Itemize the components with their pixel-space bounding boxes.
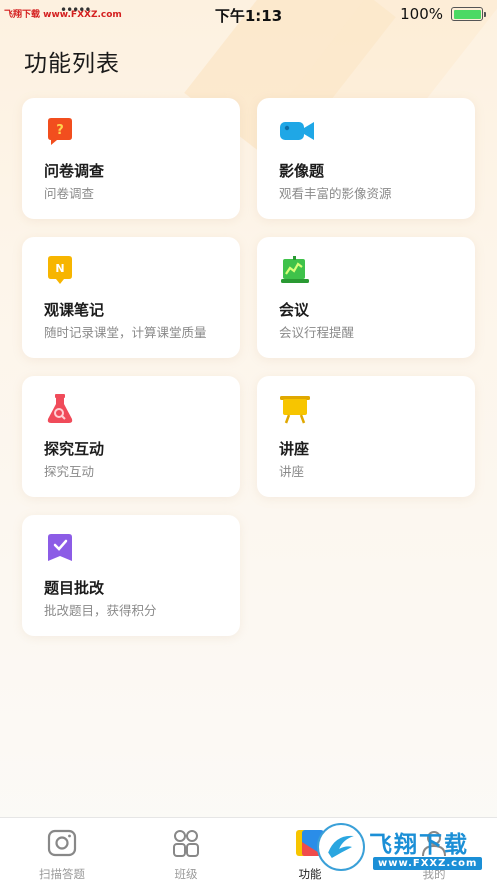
bottom-tab-bar: 扫描答题 班级 功能 我的 飞翔下载 www.FXXZ.com xyxy=(0,817,497,883)
tab-scan[interactable]: 扫描答题 xyxy=(0,818,124,883)
lecture-board-icon xyxy=(280,396,310,424)
watermark-url: www.FXXZ.com xyxy=(373,857,483,870)
video-camera-icon xyxy=(280,122,314,140)
tab-label: 扫描答题 xyxy=(39,867,85,881)
meeting-board-icon xyxy=(281,256,309,283)
feature-subtitle: 探究互动 xyxy=(44,464,95,479)
tab-class[interactable]: 班级 xyxy=(124,818,248,883)
feature-title: 讲座 xyxy=(279,440,310,458)
feature-card-questionnaire[interactable]: ? 问卷调查 问卷调查 xyxy=(22,98,240,219)
feature-subtitle: 讲座 xyxy=(279,464,305,479)
page-title: 功能列表 xyxy=(24,51,120,77)
feature-card-video[interactable]: 影像题 观看丰富的影像资源 xyxy=(257,98,475,219)
battery-icon xyxy=(451,7,486,21)
feature-subtitle: 问卷调查 xyxy=(44,186,95,201)
feature-subtitle: 随时记录课堂，计算课堂质量 xyxy=(44,325,207,340)
feature-subtitle: 批改题目，获得积分 xyxy=(44,603,157,618)
class-icon xyxy=(173,830,199,857)
watermark-badge: 飞翔下载 www.FXXZ.com xyxy=(317,821,487,877)
feature-title: 会议 xyxy=(279,301,310,319)
watermark-logo-icon xyxy=(317,823,365,871)
questionnaire-icon: ? xyxy=(48,118,72,145)
feature-card-lecture[interactable]: 讲座 讲座 xyxy=(257,376,475,497)
svg-text:N: N xyxy=(55,262,64,275)
svg-text:?: ? xyxy=(56,123,64,138)
feature-card-inquiry[interactable]: 探究互动 探究互动 xyxy=(22,376,240,497)
feature-subtitle: 会议行程提醒 xyxy=(279,325,355,340)
status-bar: 飞翔下载 www.FXXZ.com ••••• 下午1:13 100% xyxy=(0,0,497,28)
battery-percentage: 100% xyxy=(400,5,443,23)
feature-card-meeting[interactable]: 会议 会议行程提醒 xyxy=(257,237,475,358)
camera-icon xyxy=(47,829,77,857)
feature-title: 影像题 xyxy=(279,162,325,180)
feature-title: 问卷调查 xyxy=(44,162,105,180)
feature-card-notes[interactable]: N 观课笔记 随时记录课堂，计算课堂质量 xyxy=(22,237,240,358)
feature-title: 探究互动 xyxy=(44,440,105,458)
grading-icon xyxy=(48,534,72,561)
watermark-name: 飞翔下载 xyxy=(369,832,469,858)
tab-label: 班级 xyxy=(174,867,198,881)
notebook-icon: N xyxy=(48,256,72,284)
feature-card-grading[interactable]: 题目批改 批改题目，获得积分 xyxy=(22,515,240,636)
feature-title: 题目批改 xyxy=(44,579,105,597)
feature-subtitle: 观看丰富的影像资源 xyxy=(279,186,392,201)
flask-icon xyxy=(47,394,73,423)
feature-title: 观课笔记 xyxy=(44,301,105,319)
